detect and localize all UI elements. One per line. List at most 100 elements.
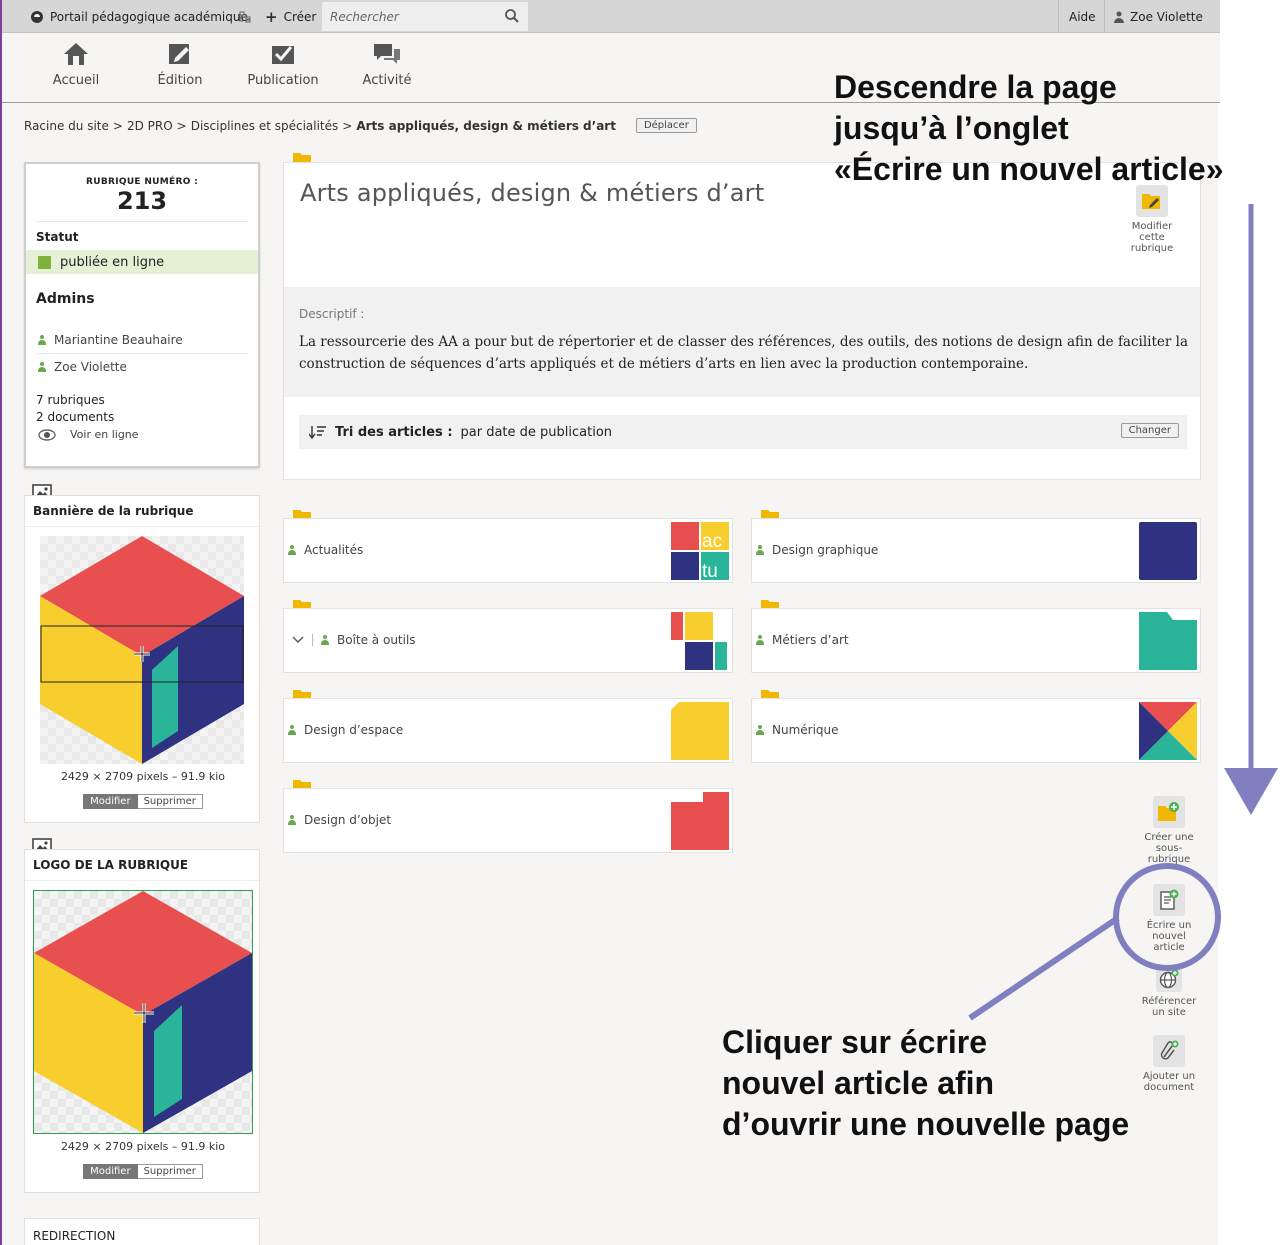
person-icon [38,361,46,373]
person-icon [321,634,329,646]
number-label: RUBRIQUE NUMÉRO : [86,177,198,187]
actu-thumbnail: ac tu [671,522,729,580]
view-online-link[interactable]: Voir en ligne [26,428,258,441]
navy-thumbnail [1139,522,1197,580]
status-square-icon [38,255,51,269]
search-icon[interactable] [504,8,520,24]
logo-dims: 2429 × 2709 pixels – 91.9 kio [60,1140,226,1153]
site-tree-button[interactable] [238,0,252,33]
svg-text:tu: tu [702,561,718,580]
status-title: Statut [36,230,79,244]
tool-edition[interactable]: Édition [135,41,225,88]
down-arrow-annotation [1224,204,1278,815]
subrubrique-card[interactable]: Numérique [751,698,1201,763]
cube-image [40,536,244,764]
tool-label: Accueil [52,73,100,88]
person-icon [756,544,764,556]
banner-image[interactable] [40,536,244,764]
subrubrique-card[interactable]: Boîte à outils [283,608,733,673]
eye-icon [38,428,56,441]
person-icon [756,634,764,646]
breadcrumb: Racine du site > 2D PRO > Disciplines et… [24,118,697,133]
breadcrumb-item[interactable]: Disciplines et spécialités [191,119,339,133]
tool-publication[interactable]: Publication [238,41,328,88]
sort-value: par date de publication [460,424,613,440]
status-badge: publiée en ligne [26,250,258,274]
user-menu[interactable]: Zoe Violette [1114,0,1203,33]
redirection-box: REDIRECTION [24,1218,260,1245]
person-icon [288,724,296,736]
logo-actions: Modifier Supprimer [25,1164,261,1179]
circle-pointer-annotation [968,863,1221,1021]
documents-count: 2 documents [36,410,115,424]
red-notch-thumbnail [671,792,729,850]
logo-modify-button[interactable]: Modifier [83,1164,138,1179]
triangles-thumbnail [1139,702,1197,760]
blocks-thumbnail [671,612,727,670]
subrubrique-card[interactable]: Design d’espace [283,698,733,763]
site-link[interactable]: Portail pédagogique académique [30,0,248,33]
chevron-down-icon[interactable] [292,636,304,644]
banner-delete-button[interactable]: Supprimer [137,794,203,809]
help-link[interactable]: Aide [1069,0,1096,33]
tool-accueil[interactable]: Accueil [31,41,121,88]
help-label: Aide [1069,9,1096,24]
banner-box: Bannière de la rubrique 2429 × 2709 pixe… [24,495,260,823]
user-name: Zoe Violette [1130,9,1203,24]
breadcrumb-item[interactable]: 2D PRO [127,119,173,133]
home-icon [64,43,88,65]
rubrique-number: 213 [116,187,168,215]
create-subrubrique-button[interactable]: Créer une sous-rubrique [1139,796,1199,865]
banner-title: Bannière de la rubrique [25,496,259,527]
banner-modify-button[interactable]: Modifier [83,794,138,809]
yellow-thumbnail [671,702,729,760]
annotation-scroll-down: Descendre la page jusqu’à l’onglet «Écri… [834,69,1224,187]
tool-label: Publication [247,73,319,88]
subrubrique-card[interactable]: Actualités ac tu [283,518,733,583]
rubrique-info-box: RUBRIQUE NUMÉRO : 213 Statut publiée en … [24,162,260,468]
redirection-title: REDIRECTION [33,1229,116,1243]
annotation-click-new-article: Cliquer sur écrire nouvel article afin d… [722,1024,1130,1142]
tool-activite[interactable]: Activité [342,41,432,88]
move-button[interactable]: Déplacer [635,118,697,133]
user-icon [1114,11,1124,23]
subrubrique-card[interactable]: Métiers d’art [751,608,1201,673]
tool-label: Édition [157,73,203,88]
page-title: Arts appliqués, design & métiers d’art [300,179,765,207]
status-value: publiée en ligne [60,254,165,270]
description-text: La ressourcerie des AA a pour but de rép… [299,334,1189,372]
rubrique-panel: Arts appliqués, design & métiers d’art M… [283,162,1201,480]
person-icon [756,724,764,736]
site-logo-icon [31,10,43,23]
breadcrumb-current: Arts appliqués, design & métiers d’art [356,118,616,133]
breadcrumb-item[interactable]: Racine du site [24,119,109,133]
logo-image[interactable] [33,890,253,1134]
paperclip-icon [1153,1035,1185,1067]
rubriques-count: 7 rubriques [36,393,105,407]
sort-icon [309,426,326,439]
admins-title: Admins [36,291,95,307]
tool-label: Activité [362,73,412,88]
modify-rubrique-button[interactable]: Modifier cette rubrique [1122,185,1182,254]
svg-text:ac: ac [702,531,722,552]
subrubrique-card[interactable]: Design d’objet [283,788,733,853]
admin-item[interactable]: Mariantine Beauhaire [26,327,258,353]
add-document-button[interactable]: Ajouter un document [1139,1035,1199,1093]
description-label: Descriptif : [299,307,365,321]
person-icon [38,334,46,346]
tree-icon [239,11,251,22]
person-icon [288,814,296,826]
change-sort-button[interactable]: Changer [1120,423,1179,438]
sort-row: Tri des articles : par date de publicati… [299,415,1187,449]
logo-delete-button[interactable]: Supprimer [137,1164,203,1179]
subrubrique-card[interactable]: Design graphique [751,518,1201,583]
check-icon [272,46,294,64]
search-input[interactable]: Rechercher [322,2,528,31]
plus-icon: + [265,7,278,26]
banner-dims: 2429 × 2709 pixels – 91.9 kio [60,770,226,783]
banner-actions: Modifier Supprimer [25,794,261,809]
create-button[interactable]: + Créer [265,0,316,33]
admin-item[interactable]: Zoe Violette [26,354,258,380]
top-bar: Portail pédagogique académique + Créer R… [2,0,1220,33]
edit-icon [169,44,189,64]
